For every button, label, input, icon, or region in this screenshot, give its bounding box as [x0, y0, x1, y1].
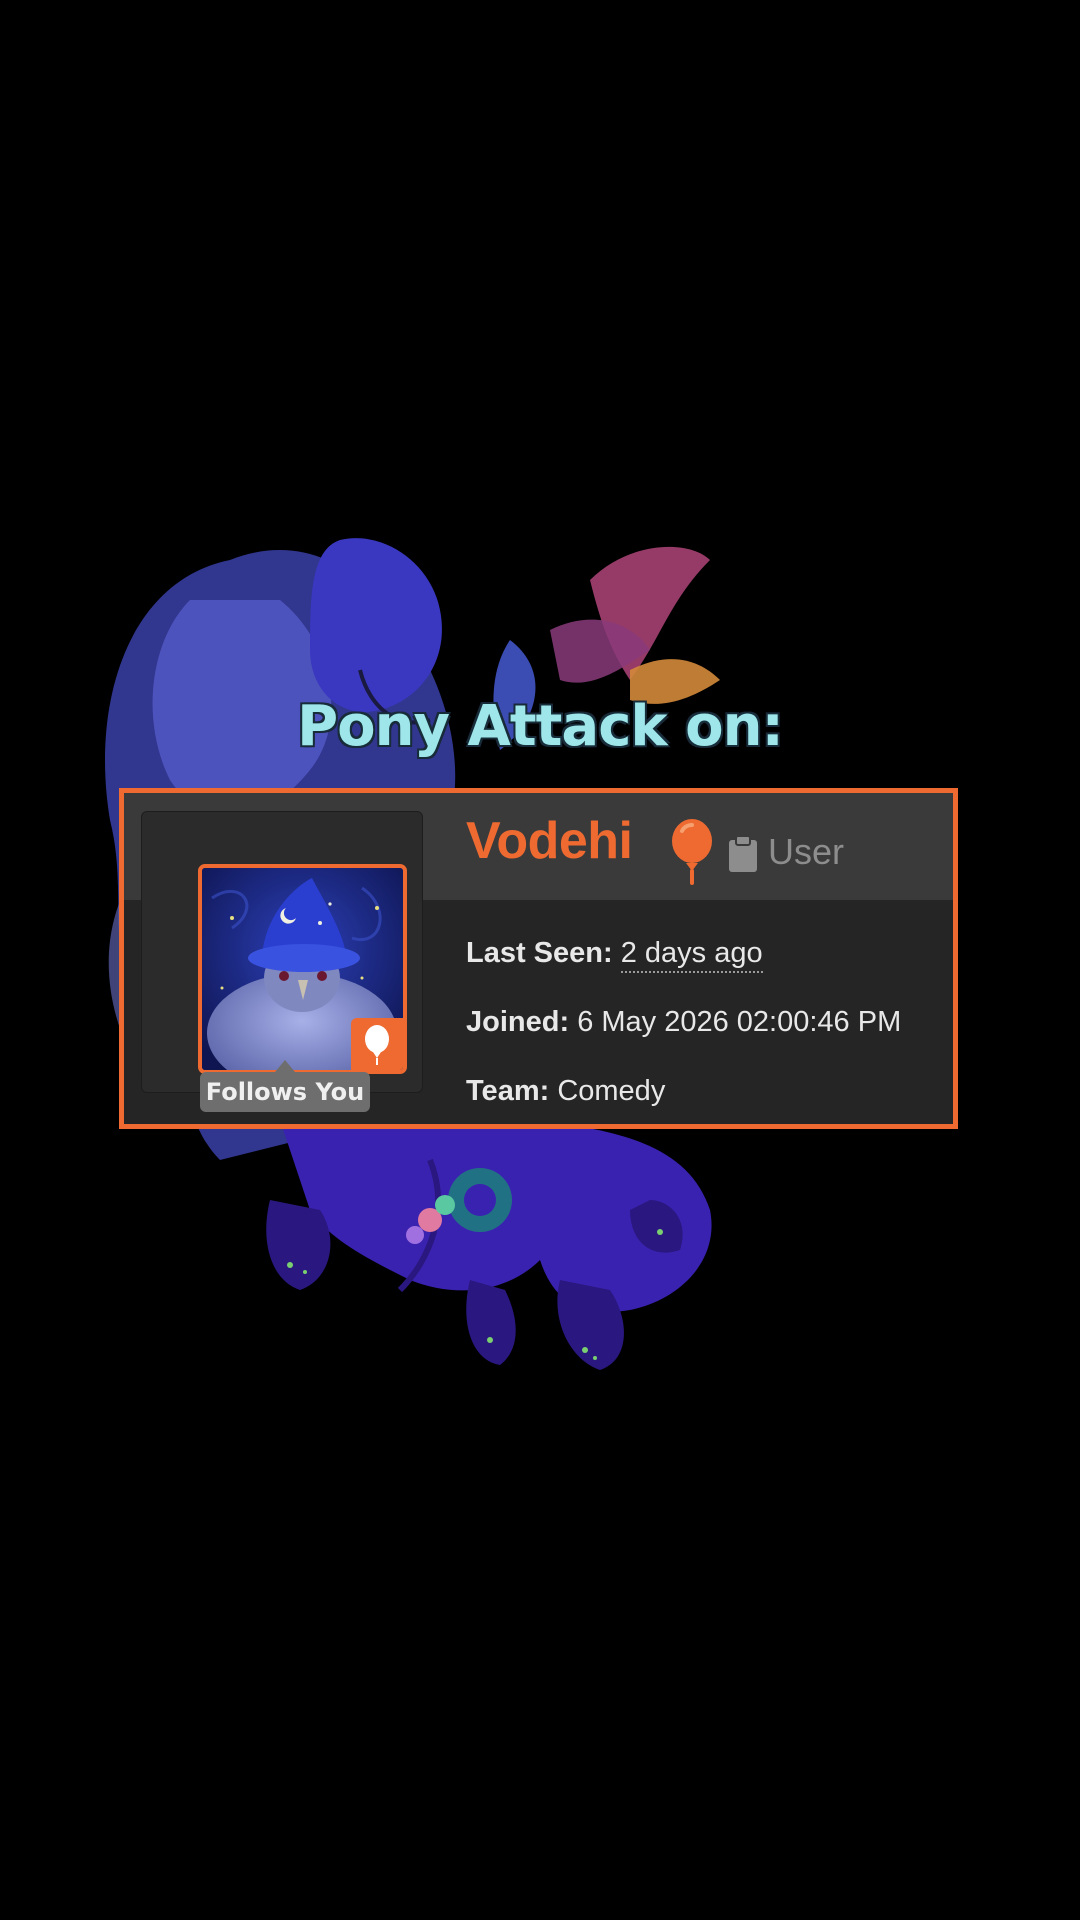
avatar-team-badge [351, 1018, 403, 1070]
profile-card: Follows You Vodehi User Last Seen: 2 day… [119, 788, 958, 1129]
screen: Pony Attack on: Follows You Vodehi User … [0, 0, 1080, 1920]
team-label: Team: [466, 1075, 550, 1107]
user-role: User [768, 831, 845, 872]
balloon-icon [672, 819, 712, 885]
overlay-title: Pony Attack on: [297, 694, 784, 759]
team-value: Comedy [557, 1075, 666, 1107]
joined-label: Joined: [466, 1006, 570, 1038]
follows-pill-arrow [275, 1060, 295, 1072]
balloon-icon [365, 1025, 389, 1065]
clipboard-icon [729, 835, 757, 872]
last-seen-row: Last Seen: 2 days ago [466, 937, 763, 973]
avatar[interactable] [198, 864, 407, 1074]
last-seen-value[interactable]: 2 days ago [620, 937, 763, 973]
avatar-panel [141, 811, 423, 1093]
follows-you-badge: Follows You [200, 1072, 370, 1112]
team-row: Team: Comedy [466, 1075, 665, 1108]
username[interactable]: Vodehi [466, 811, 633, 871]
joined-value: 6 May 2026 02:00:46 PM [577, 1006, 902, 1038]
joined-row: Joined: 6 May 2026 02:00:46 PM [466, 1006, 901, 1039]
last-seen-label: Last Seen: [466, 937, 613, 969]
